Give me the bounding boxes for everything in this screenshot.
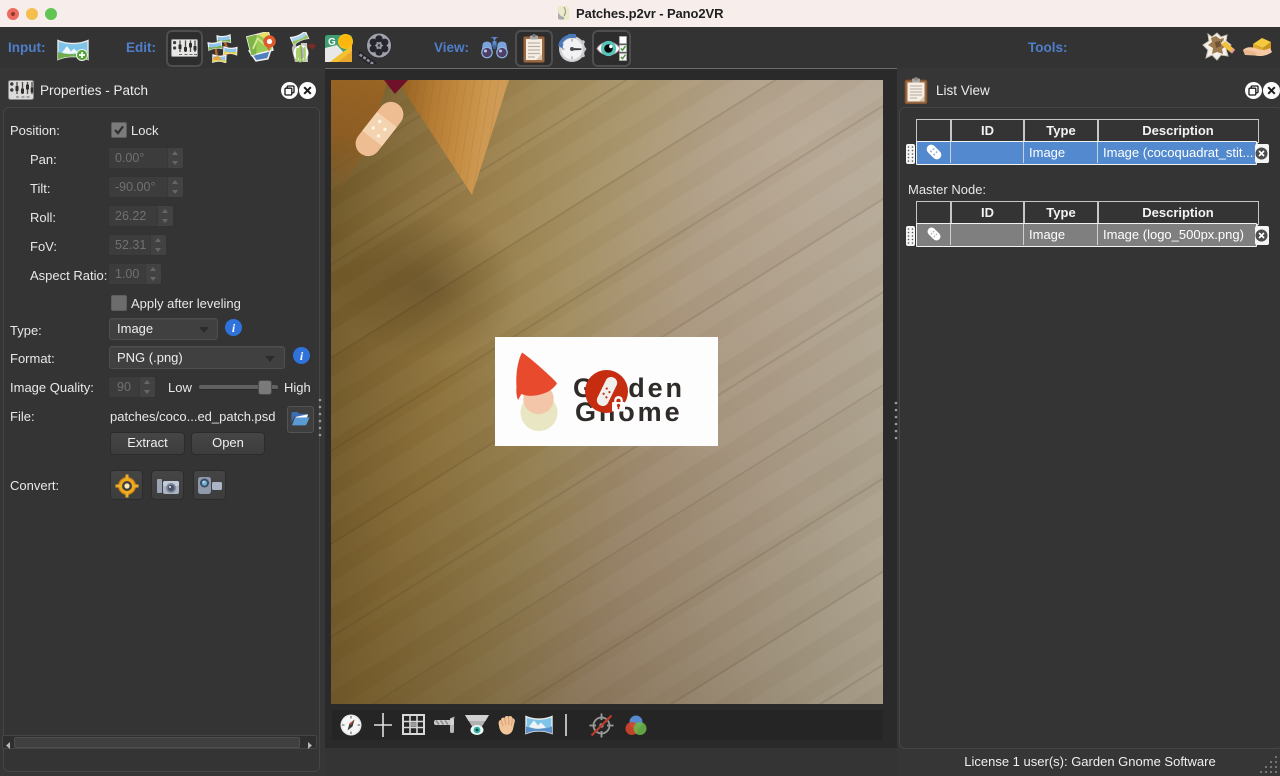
- svg-text:G: G: [328, 37, 336, 48]
